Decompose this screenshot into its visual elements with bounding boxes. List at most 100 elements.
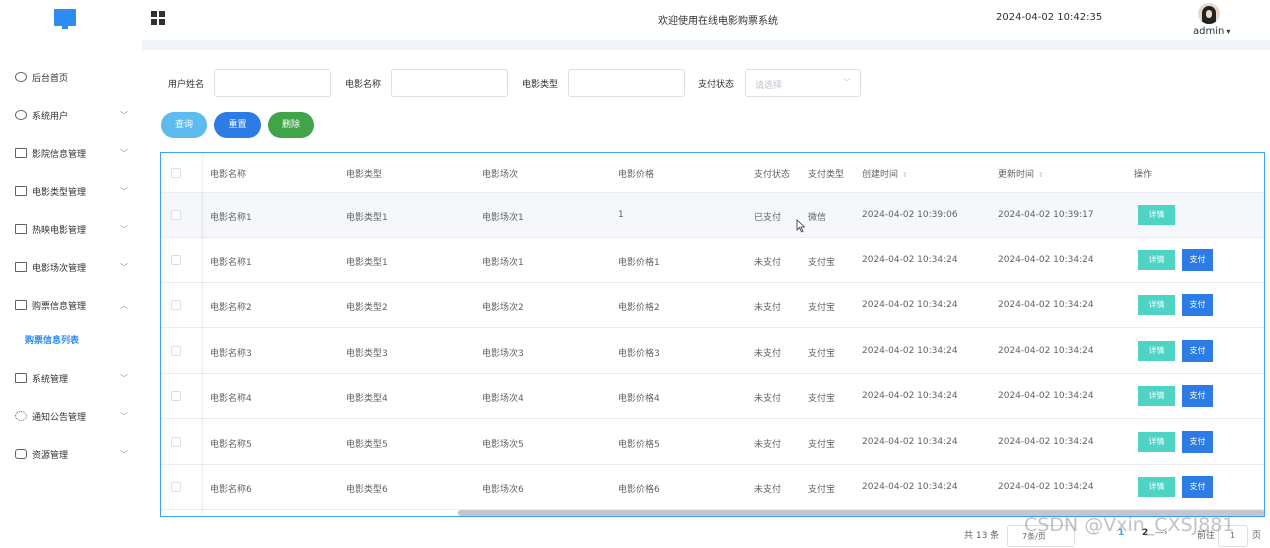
cell-movie-session: 电影场次3 — [482, 349, 524, 359]
sidebar-item-label: 电影类型管理 — [32, 187, 87, 198]
pay-button[interactable]: 支付 — [1182, 431, 1213, 453]
chevron-down-icon: ﹀ — [120, 149, 128, 158]
menu-toggle-icon[interactable] — [151, 11, 165, 25]
cell-movie-name: 电影名称1 — [210, 258, 252, 268]
pagination-total: 共 13 条 — [964, 531, 1000, 541]
header-updated-time[interactable]: 更新时间 ⇕ — [998, 167, 1044, 180]
detail-button[interactable]: 详情 — [1138, 432, 1175, 452]
cell-pay-status: 未支付 — [754, 394, 782, 404]
detail-button[interactable]: 详情 — [1138, 341, 1175, 361]
table-row[interactable]: 电影名称2 电影类型2 电影场次2 电影价格2 未支付 支付宝 2024-04-02 10:… — [161, 283, 1264, 328]
cell-pay-type: 微信 — [808, 213, 827, 223]
cell-movie-session: 电影场次5 — [482, 440, 524, 450]
query-button[interactable]: 查询 — [161, 112, 207, 138]
table-row[interactable]: 电影名称5 电影类型5 电影场次5 电影价格5 未支付 支付宝 2024-04-02 10:… — [161, 420, 1264, 465]
sidebar-item-label: 购票信息管理 — [32, 301, 87, 312]
chevron-down-icon: ﹀ — [120, 263, 128, 272]
cell-pay-type: 支付宝 — [808, 440, 836, 450]
cell-movie-type: 电影类型1 — [346, 258, 388, 268]
sidebar-subitem-ticket-list[interactable]: 购票信息列表 — [0, 326, 142, 356]
chevron-down-icon: ﹀ — [843, 78, 851, 87]
folder-icon — [15, 373, 27, 383]
sidebar-item-resources[interactable]: 资源管理 ﹀ — [0, 435, 142, 473]
detail-button[interactable]: 详情 — [1138, 477, 1175, 497]
table-header: 电影名称 电影类型 电影场次 电影价格 支付状态 支付类型 创建时间 ⇕ 更新时间… — [161, 153, 1264, 193]
pay-button[interactable]: 支付 — [1182, 340, 1213, 362]
sidebar-item-movie-type[interactable]: 电影类型管理 ﹀ — [0, 172, 142, 210]
cell-created-time: 2024-04-02 10:34:24 — [862, 255, 958, 265]
header-movie-name: 电影名称 — [210, 170, 247, 180]
sidebar-item-hot-movies[interactable]: 热映电影管理 ﹀ — [0, 210, 142, 248]
cell-movie-price: 电影价格4 — [618, 394, 660, 404]
pay-button[interactable]: 支付 — [1182, 476, 1213, 498]
cell-movie-price: 电影价格5 — [618, 440, 660, 450]
movie-type-input[interactable] — [568, 69, 685, 97]
sidebar-item-cinema[interactable]: 影院信息管理 ﹀ — [0, 134, 142, 172]
cell-movie-session: 电影场次2 — [482, 303, 524, 313]
mouse-cursor-icon — [796, 219, 806, 233]
sidebar-item-label: 通知公告管理 — [32, 412, 87, 423]
cell-created-time: 2024-04-02 10:39:06 — [862, 210, 958, 220]
detail-button[interactable]: 详情 — [1138, 250, 1175, 270]
chevron-down-icon: ﹀ — [120, 374, 128, 383]
cell-movie-price: 电影价格2 — [618, 303, 660, 313]
ticket-table: 电影名称 电影类型 电影场次 电影价格 支付状态 支付类型 创建时间 ⇕ 更新时间… — [160, 152, 1265, 517]
sidebar-item-system-users[interactable]: 系统用户 ﹀ — [0, 96, 142, 134]
header-created-time[interactable]: 创建时间 ⇕ — [862, 167, 908, 180]
pay-status-select[interactable]: 请选择 ﹀ — [745, 69, 861, 97]
cell-movie-type: 电影类型4 — [346, 394, 388, 404]
sidebar-item-notices[interactable]: 通知公告管理 ﹀ — [0, 397, 142, 435]
avatar[interactable] — [1198, 3, 1220, 24]
reset-button[interactable]: 重置 — [214, 112, 261, 138]
cell-updated-time: 2024-04-02 10:34:24 — [998, 437, 1094, 447]
cell-created-time: 2024-04-02 10:34:24 — [862, 437, 958, 447]
header-movie-type: 电影类型 — [346, 170, 383, 180]
pay-button[interactable]: 支付 — [1182, 385, 1213, 407]
pay-button[interactable]: 支付 — [1182, 294, 1213, 316]
sort-icon: ⇕ — [1038, 171, 1044, 179]
table-row[interactable]: 电影名称1 电影类型1 电影场次1 1 已支付 微信 2024-04-02 10:39:06… — [161, 193, 1264, 238]
cell-updated-time: 2024-04-02 10:34:24 — [998, 482, 1094, 492]
chevron-down-icon: ﹀ — [120, 225, 128, 234]
user-menu[interactable]: admin ▾ — [1193, 26, 1230, 37]
sidebar-item-home[interactable]: 后台首页 — [0, 58, 142, 96]
cell-movie-type: 电影类型6 — [346, 485, 388, 495]
cell-pay-type: 支付宝 — [808, 394, 836, 404]
chevron-up-icon: ︿ — [120, 301, 128, 310]
movie-name-label: 电影名称 — [345, 80, 382, 90]
header-created-label: 创建时间 — [862, 170, 899, 180]
movie-name-input[interactable] — [391, 69, 508, 97]
spinner-icon — [15, 411, 27, 421]
pay-status-label: 支付状态 — [698, 80, 735, 90]
sidebar-item-label: 热映电影管理 — [32, 225, 87, 236]
cell-updated-time: 2024-04-02 10:39:17 — [998, 210, 1094, 220]
chevron-down-icon: ﹀ — [120, 111, 128, 120]
table-row[interactable]: 电影名称4 电影类型4 电影场次4 电影价格4 未支付 支付宝 2024-04-02 10:… — [161, 374, 1264, 419]
cell-created-time: 2024-04-02 10:34:24 — [862, 482, 958, 492]
cell-pay-status: 未支付 — [754, 258, 782, 268]
user-name-input[interactable] — [214, 69, 331, 97]
sidebar-item-system[interactable]: 系统管理 ﹀ — [0, 359, 142, 397]
delete-button[interactable]: 删除 — [268, 112, 314, 138]
cell-pay-status: 未支付 — [754, 303, 782, 313]
sidebar-item-sessions[interactable]: 电影场次管理 ﹀ — [0, 248, 142, 286]
tag-icon — [15, 449, 27, 459]
table-row[interactable]: 电影名称1 电影类型1 电影场次1 电影价格1 未支付 支付宝 2024-04-02 10:… — [161, 238, 1264, 283]
chevron-down-icon: ﹀ — [120, 412, 128, 421]
table-row[interactable]: 电影名称6 电影类型6 电影场次6 电影价格6 未支付 支付宝 2024-04-02 10:… — [161, 465, 1264, 510]
detail-button[interactable]: 详情 — [1138, 386, 1175, 406]
sidebar-item-tickets[interactable]: 购票信息管理 ︿ — [0, 286, 142, 324]
cell-movie-name: 电影名称5 — [210, 440, 252, 450]
monitor-logo-icon — [54, 9, 76, 29]
detail-button[interactable]: 详情 — [1138, 205, 1175, 225]
movie-type-label: 电影类型 — [522, 80, 559, 90]
detail-button[interactable]: 详情 — [1138, 295, 1175, 315]
header-pay-status: 支付状态 — [754, 170, 791, 180]
pay-status-placeholder: 请选择 — [755, 81, 783, 91]
pay-button[interactable]: 支付 — [1182, 249, 1213, 271]
cell-movie-price: 1 — [618, 210, 624, 220]
cell-movie-type: 电影类型5 — [346, 440, 388, 450]
cell-updated-time: 2024-04-02 10:34:24 — [998, 346, 1094, 356]
table-row[interactable]: 电影名称3 电影类型3 电影场次3 电影价格3 未支付 支付宝 2024-04-02 10:… — [161, 329, 1264, 374]
sidebar: 后台首页 系统用户 ﹀ 影院信息管理 ﹀ 电影类型管理 ﹀ 热映电影管理 ﹀ 电影场次管… — [0, 40, 142, 548]
